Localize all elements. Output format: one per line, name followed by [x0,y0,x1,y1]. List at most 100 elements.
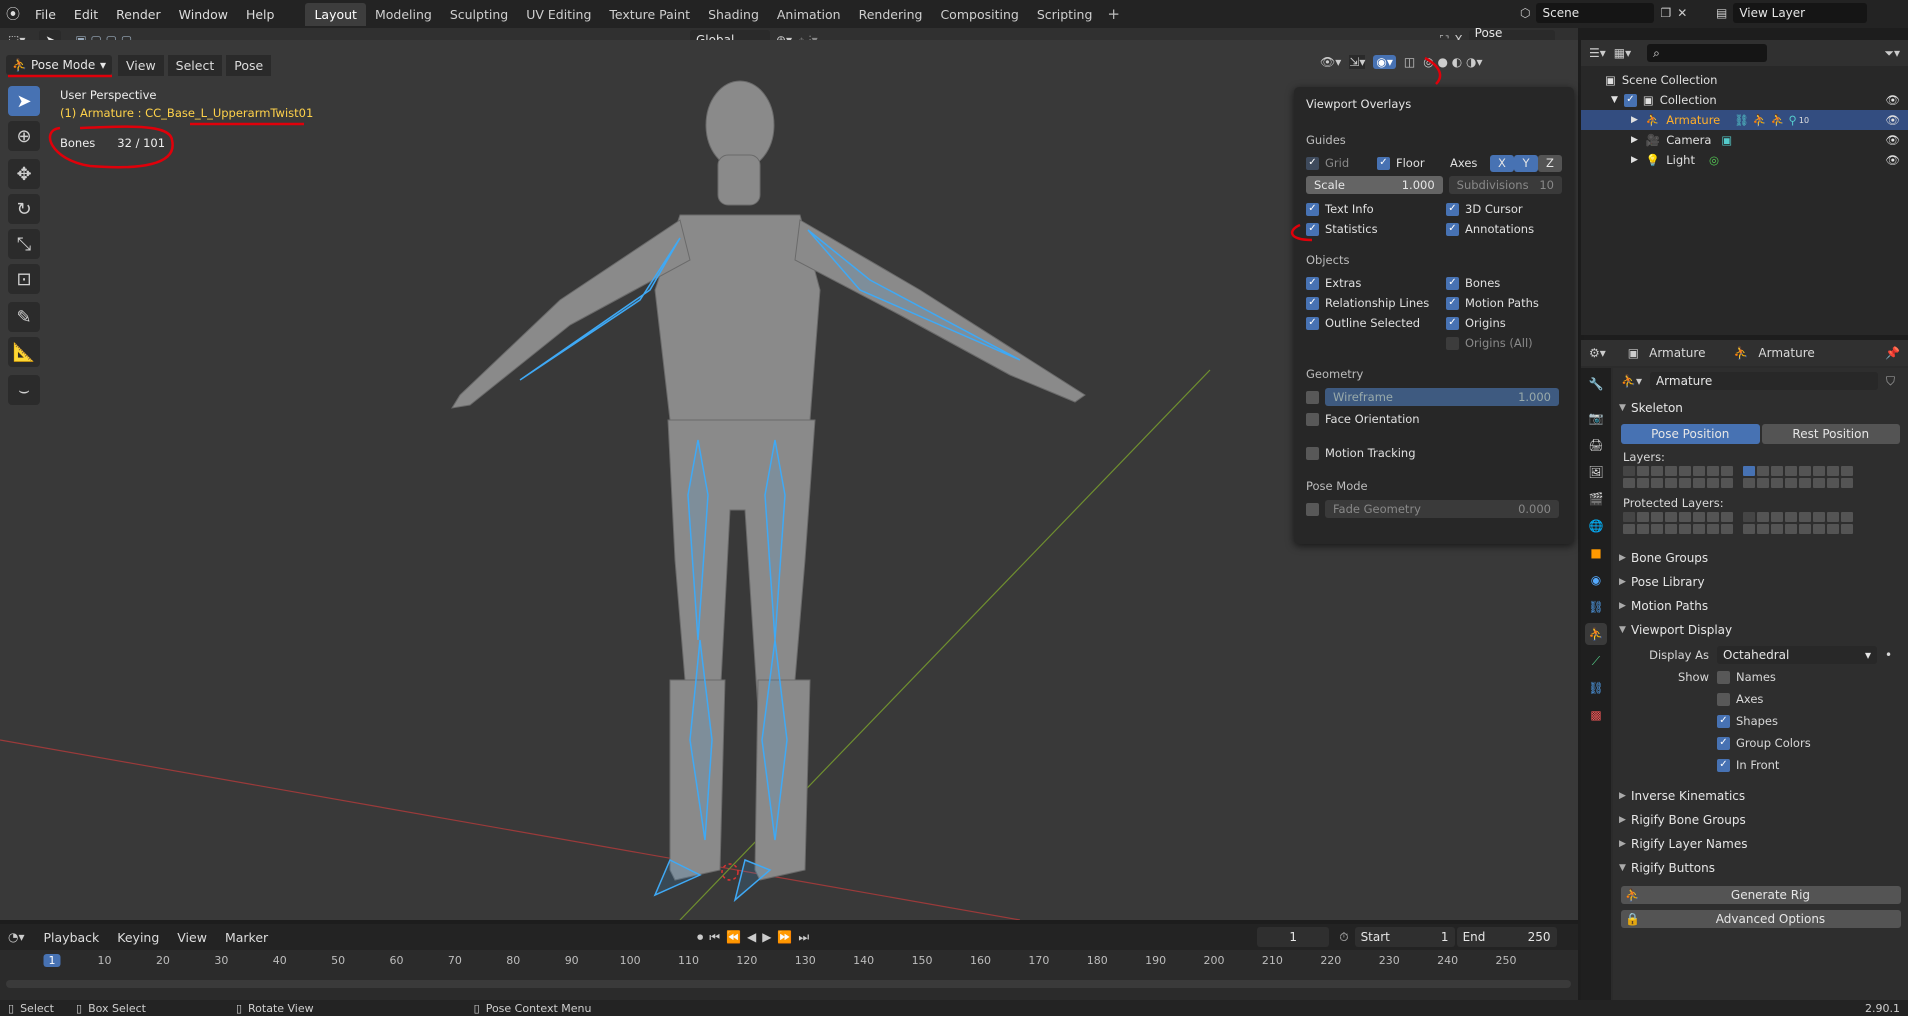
display-mode-icon[interactable]: ▦▾ [1614,46,1631,60]
annotate-tool-button[interactable]: ✎ [8,302,40,332]
origins-checkbox[interactable] [1446,316,1459,330]
floor-checkbox[interactable] [1377,156,1390,170]
viewport-menu-pose[interactable]: Pose [226,54,272,76]
outliner-row-armature[interactable]: ▶ ⛹ Armature ⛓ ⛹ ⛹ ⚲ 10 👁 [1581,110,1908,130]
record-icon[interactable]: ⏺ [697,930,703,945]
tab-modeling[interactable]: Modeling [366,3,441,26]
shapes-checkbox[interactable] [1717,714,1730,728]
tab-shading[interactable]: Shading [699,3,768,26]
viewport-menu-select[interactable]: Select [167,54,223,76]
outliner-row-scene-collection[interactable]: ▣ Scene Collection [1581,70,1908,90]
motion-paths-checkbox[interactable] [1446,296,1459,310]
add-workspace-icon[interactable]: + [1101,5,1126,23]
gizmo-icon[interactable]: ⇲▾ [1349,55,1366,69]
start-frame-field[interactable]: Start 1 [1354,927,1455,947]
play-reverse-icon[interactable]: ◀ [747,930,756,944]
fade-geometry-checkbox[interactable] [1306,502,1319,516]
new-scene-icon[interactable]: ❐ [1660,6,1671,20]
annotations-checkbox[interactable] [1446,222,1459,236]
axis-x-toggle[interactable]: X [1490,154,1514,172]
scale-tool-button[interactable]: ⤡ [8,229,40,259]
panel-viewport-display[interactable]: ▼ Viewport Display [1613,618,1908,642]
protected-layers-grid[interactable] [1613,512,1908,534]
advanced-options-button[interactable]: 🔒 Advanced Options [1621,910,1901,928]
panel-rigify-bone-groups[interactable]: ▶ Rigify Bone Groups [1613,808,1908,832]
blender-logo-icon[interactable]: ⦿ [6,4,20,24]
select-tool-button[interactable]: ➤ [8,86,40,116]
texture-tab-icon[interactable]: ▩ [1585,704,1607,726]
object-tab-icon[interactable]: ■ [1585,542,1607,564]
render-tab-icon[interactable]: 📷 [1585,407,1607,429]
cursor-tool-button[interactable]: ⊕ [8,121,40,151]
world-tab-icon[interactable]: 🌐 [1585,515,1607,537]
expand-icon[interactable]: ▶ [1631,155,1638,165]
eye-icon[interactable]: 👁 [1885,113,1900,127]
outliner-row-collection[interactable]: ▼ ▣ Collection 👁 [1581,90,1908,110]
pin-icon[interactable]: 📌 [1885,346,1900,360]
origins-all-checkbox[interactable] [1446,336,1459,350]
output-tab-icon[interactable]: 🖨 [1585,434,1607,456]
outliner-row-camera[interactable]: ▶ 🎥 Camera ▣ 👁 [1581,130,1908,150]
scale-slider[interactable]: Scale 1.000 [1306,176,1443,194]
close-scene-icon[interactable]: ✕ [1677,6,1687,20]
bone-tab-icon[interactable]: ⟋ [1585,650,1607,672]
panel-pose-library[interactable]: ▶ Pose Library [1613,570,1908,594]
move-tool-button[interactable]: ✥ [8,159,40,189]
eye-icon[interactable]: 👁 [1885,93,1900,107]
clock-icon[interactable]: ◔▾ [8,930,25,944]
breakdowner-tool-button[interactable]: ⌣ [8,375,40,405]
tab-uv-editing[interactable]: UV Editing [517,3,600,26]
jump-end-icon[interactable]: ⏭ [798,930,809,945]
jump-start-icon[interactable]: ⏮ [709,930,720,945]
expand-icon[interactable]: ▶ [1631,115,1638,125]
armature-name-field[interactable]: Armature [1649,372,1878,390]
panel-motion-paths[interactable]: ▶ Motion Paths [1613,594,1908,618]
extras-checkbox[interactable] [1306,276,1319,290]
face-orientation-checkbox[interactable] [1306,412,1319,426]
outline-selected-checkbox[interactable] [1306,316,1319,330]
panel-skeleton[interactable]: ▼ Skeleton [1613,396,1908,420]
next-keyframe-icon[interactable]: ⏩ [777,930,792,944]
scene-icon[interactable]: ⬡ [1520,6,1530,20]
view-layer-field[interactable]: View Layer [1733,3,1868,23]
scene-tab-icon[interactable]: 🎬 [1585,488,1607,510]
view-layer-tab-icon[interactable]: 🖼 [1585,461,1607,483]
tab-rendering[interactable]: Rendering [850,3,932,26]
outliner-search-input[interactable]: ⌕ [1647,44,1768,62]
stopwatch-icon[interactable]: ⏱ [1339,930,1348,945]
bone-layers-grid[interactable] [1613,466,1908,488]
tab-animation[interactable]: Animation [768,3,850,26]
layers-block-left[interactable] [1623,466,1733,488]
menu-playback[interactable]: Playback [35,930,109,945]
properties-editor-icon[interactable]: ⚙▾ [1589,346,1606,360]
expand-icon[interactable]: ▼ [1611,95,1618,105]
axis-z-toggle[interactable]: Z [1538,154,1562,172]
rotate-tool-button[interactable]: ↻ [8,194,40,224]
outliner-editor-icon[interactable]: ☰▾ [1589,46,1606,60]
constraints-tab-icon[interactable]: ⛓ [1585,596,1607,618]
axes-checkbox[interactable] [1717,692,1730,706]
subdivisions-field[interactable]: Subdivisions 10 [1448,176,1562,194]
grid-checkbox[interactable] [1306,156,1319,170]
wireframe-slider[interactable]: Wireframe 1.000 [1325,388,1559,406]
panel-rigify-buttons[interactable]: ▼ Rigify Buttons [1613,856,1908,880]
pose-position-button[interactable]: Pose Position [1621,424,1760,444]
menu-window[interactable]: Window [170,7,237,22]
protected-block-left[interactable] [1623,512,1733,534]
tab-compositing[interactable]: Compositing [931,3,1027,26]
menu-edit[interactable]: Edit [65,7,107,22]
tab-scripting[interactable]: Scripting [1028,3,1102,26]
transform-tool-button[interactable]: ⊡ [8,264,40,294]
names-checkbox[interactable] [1717,670,1730,684]
text-info-checkbox[interactable] [1306,202,1319,216]
tool-tab-icon[interactable]: 🔧 [1585,373,1607,395]
tab-layout[interactable]: Layout [305,2,366,26]
3d-cursor-checkbox[interactable] [1446,202,1459,216]
prev-keyframe-icon[interactable]: ⏪ [726,930,741,944]
timeline-scrollbar[interactable] [6,980,1571,988]
filter-icon[interactable]: ⏷▾ [1884,46,1900,61]
menu-help[interactable]: Help [237,7,284,22]
measure-tool-button[interactable]: 📐 [8,337,40,367]
panel-bone-groups[interactable]: ▶ Bone Groups [1613,546,1908,570]
keyframe-dot-icon[interactable]: • [1885,648,1892,662]
